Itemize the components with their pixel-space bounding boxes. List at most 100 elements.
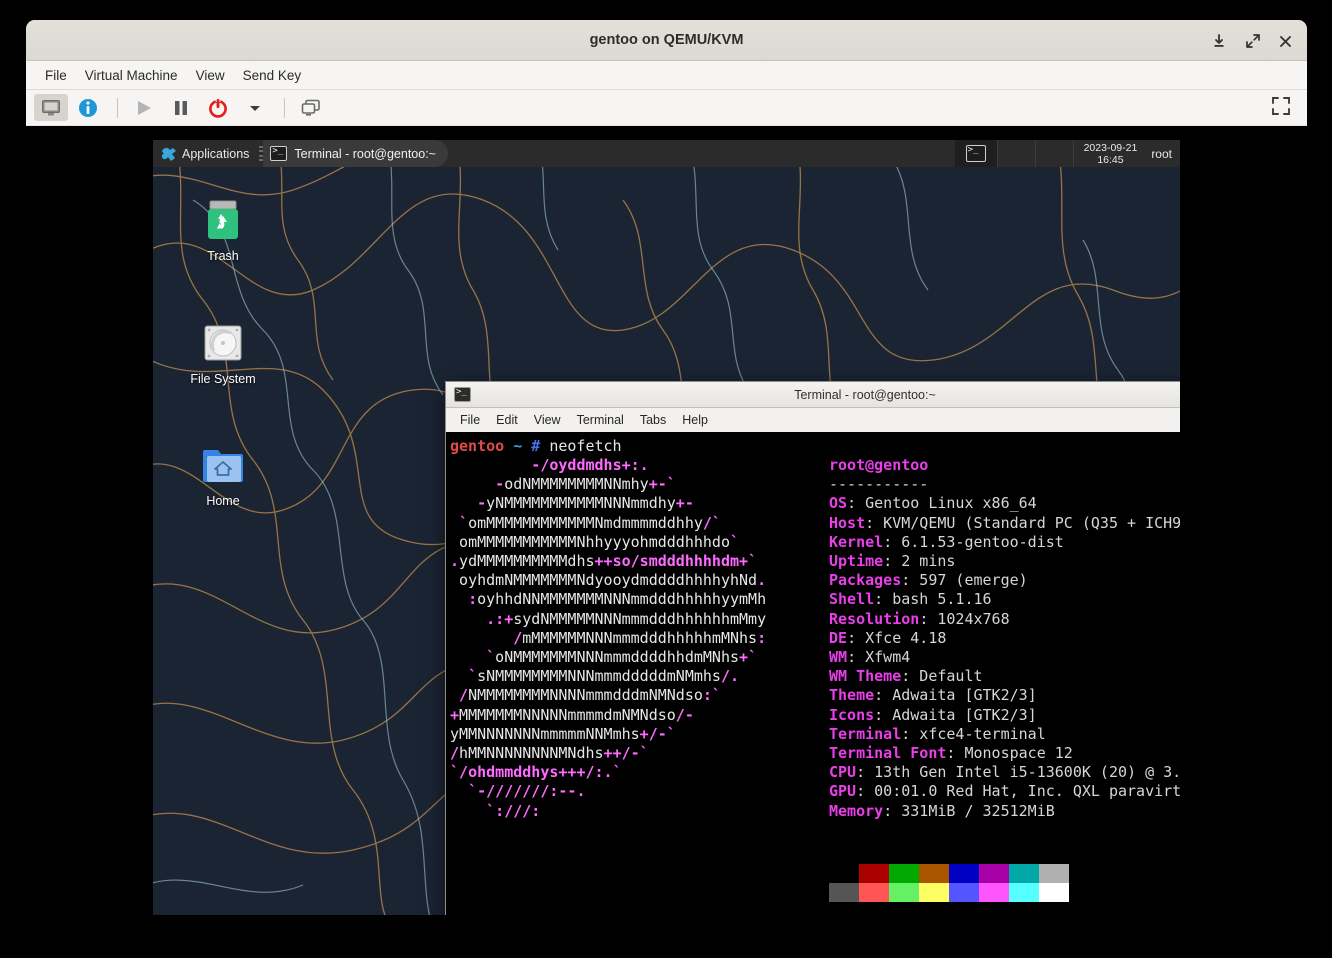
neofetch-entry: CPU: 13th Gen Intel i5-13600K (20) @ 3.4… — [829, 763, 1180, 782]
neofetch-entry: Uptime: 2 mins — [829, 552, 1180, 571]
tray-terminal-launcher[interactable] — [955, 140, 997, 167]
ascii-art-line: oyhdmNMMMMMMMNdyooydmddddhhhhyhNd. — [450, 571, 766, 590]
ascii-art-line: `-///////:--. — [450, 782, 766, 801]
terminal-menu-file[interactable]: File — [452, 411, 488, 429]
neofetch-entry-key: DE — [829, 629, 847, 647]
details-info-icon[interactable] — [71, 94, 105, 121]
palette-swatch — [859, 883, 889, 902]
shutdown-dropdown-icon[interactable] — [238, 94, 272, 121]
terminal-titlebar[interactable]: Terminal - root@gentoo:~ ⌃ — ▢ ✕ — [446, 382, 1180, 408]
terminal-output[interactable]: gentoo ~ # neofetch -/oyddmdhs+:. -odNMM… — [448, 437, 1180, 915]
palette-row — [829, 883, 1069, 902]
desktop-icon-label: Home — [206, 494, 239, 508]
terminal-menu-edit[interactable]: Edit — [488, 411, 526, 429]
neofetch-entry-key: Theme — [829, 686, 874, 704]
terminal-window[interactable]: Terminal - root@gentoo:~ ⌃ — ▢ ✕ File Ed… — [445, 381, 1180, 915]
neofetch-entry: WM: Xfwm4 — [829, 648, 1180, 667]
terminal-menu-tabs[interactable]: Tabs — [632, 411, 674, 429]
ascii-art-line: -/oyddmdhs+:. — [450, 456, 766, 475]
taskbar-window-label: Terminal - root@gentoo:~ — [294, 147, 436, 161]
neofetch-entry-key: Uptime — [829, 552, 883, 570]
menu-send-key[interactable]: Send Key — [234, 65, 311, 86]
panel-username[interactable]: root — [1147, 147, 1180, 161]
palette-swatch — [889, 883, 919, 902]
prompt-host: gentoo — [450, 437, 504, 455]
desktop-icon-trash[interactable]: Trash — [175, 195, 271, 263]
menu-file[interactable]: File — [36, 65, 76, 86]
snapshot-icon[interactable] — [294, 94, 328, 121]
palette-swatch — [949, 883, 979, 902]
shutdown-icon[interactable] — [201, 94, 235, 121]
terminal-icon — [966, 145, 986, 162]
ascii-art-line: /hMMNNNNNNNNMNdhs++/-` — [450, 744, 766, 763]
neofetch-entry-key: Shell — [829, 590, 874, 608]
clock-date: 2023-09-21 — [1084, 142, 1138, 154]
ascii-art-line: omMMMMMMMMMMMNhhyyyohmdddhhhdo` — [450, 533, 766, 552]
neofetch-entry: OS: Gentoo Linux x86_64 — [829, 494, 1180, 513]
ascii-art-line: `/ohdmmddhys+++/:.` — [450, 763, 766, 782]
terminal-menu-view[interactable]: View — [526, 411, 569, 429]
applications-menu-button[interactable]: Applications — [153, 140, 257, 167]
ascii-art-line: -odNMMMMMMMMNNmhy+-` — [450, 475, 766, 494]
ascii-art-line: .:+sydNMMMMMNNNmmmdddhhhhhhmMmy — [450, 610, 766, 629]
terminal-body[interactable]: gentoo ~ # neofetch -/oyddmdhs+:. -odNMM… — [446, 433, 1180, 915]
ascii-art-line: `oNMMMMMMMNNNmmmddddhhdmMNhs+` — [450, 648, 766, 667]
neofetch-entry: Shell: bash 5.1.16 — [829, 590, 1180, 609]
desktop-icon-label: File System — [190, 372, 255, 386]
palette-swatch — [1039, 883, 1069, 902]
ascii-art-line: `:///: — [450, 802, 766, 821]
neofetch-entry: Theme: Adwaita [GTK2/3] — [829, 686, 1180, 705]
neofetch-info: root@gentoo-----------OS: Gentoo Linux x… — [829, 456, 1180, 821]
neofetch-entry-key: Resolution — [829, 610, 919, 628]
palette-swatch — [829, 864, 859, 883]
color-palette — [829, 864, 1069, 902]
palette-swatch — [949, 864, 979, 883]
toolbar-separator — [117, 98, 118, 118]
taskbar-window-button[interactable]: Terminal - root@gentoo:~ — [263, 140, 448, 167]
run-icon[interactable] — [127, 94, 161, 121]
console-icon[interactable] — [34, 94, 68, 121]
vm-guest-display[interactable]: Applications Terminal - root@gentoo:~ 20… — [153, 140, 1180, 915]
clock-time: 16:45 — [1084, 154, 1138, 166]
palette-swatch — [889, 864, 919, 883]
panel-tray-area: 2023-09-21 16:45 root — [955, 140, 1180, 167]
neofetch-entry: Terminal Font: Monospace 12 — [829, 744, 1180, 763]
download-icon[interactable] — [1207, 29, 1231, 53]
terminal-icon — [454, 387, 471, 402]
virt-manager-window: gentoo on QEMU/KVM File Virtual Machine … — [26, 20, 1307, 126]
palette-row — [829, 864, 1069, 883]
neofetch-entry: Packages: 597 (emerge) — [829, 571, 1180, 590]
menu-virtual-machine[interactable]: Virtual Machine — [76, 65, 187, 86]
neofetch-entry: Icons: Adwaita [GTK2/3] — [829, 706, 1180, 725]
terminal-menu-terminal[interactable]: Terminal — [569, 411, 632, 429]
desktop-icon-file-system[interactable]: File System — [175, 318, 271, 386]
prompt-path: ~ — [513, 437, 522, 455]
prompt-symbol: # — [531, 437, 540, 455]
tray-slot-1[interactable] — [997, 140, 1035, 167]
close-icon[interactable] — [1273, 29, 1297, 53]
gentoo-ascii-logo: -/oyddmdhs+:. -odNMMMMMMMMNNmhy+-` -yNMM… — [450, 456, 766, 821]
palette-swatch — [919, 883, 949, 902]
neofetch-entry: WM Theme: Default — [829, 667, 1180, 686]
ascii-art-line: +MMMMMMMNNNNNmmmmdmNMNdso/- — [450, 706, 766, 725]
desktop-icon-home[interactable]: Home — [175, 440, 271, 508]
neofetch-entry-key: WM — [829, 648, 847, 666]
terminal-menu-help[interactable]: Help — [674, 411, 716, 429]
menu-view[interactable]: View — [187, 65, 234, 86]
neofetch-entry-key: Icons — [829, 706, 874, 724]
neofetch-entry-key: OS — [829, 494, 847, 512]
fullscreen-icon[interactable] — [1271, 96, 1293, 118]
home-folder-icon — [175, 440, 271, 490]
neofetch-entry-key: WM Theme — [829, 667, 901, 685]
neofetch-entry: Kernel: 6.1.53-gentoo-dist — [829, 533, 1180, 552]
panel-clock[interactable]: 2023-09-21 16:45 — [1073, 140, 1148, 167]
neofetch-userhost: root@gentoo — [829, 456, 1180, 475]
tray-slot-2[interactable] — [1035, 140, 1073, 167]
trash-icon — [175, 195, 271, 245]
pause-icon[interactable] — [164, 94, 198, 121]
palette-swatch — [979, 864, 1009, 883]
expand-icon[interactable] — [1241, 29, 1265, 53]
applications-menu-label: Applications — [182, 147, 249, 161]
palette-swatch — [1009, 864, 1039, 883]
terminal-window-title: Terminal - root@gentoo:~ — [446, 382, 1180, 408]
